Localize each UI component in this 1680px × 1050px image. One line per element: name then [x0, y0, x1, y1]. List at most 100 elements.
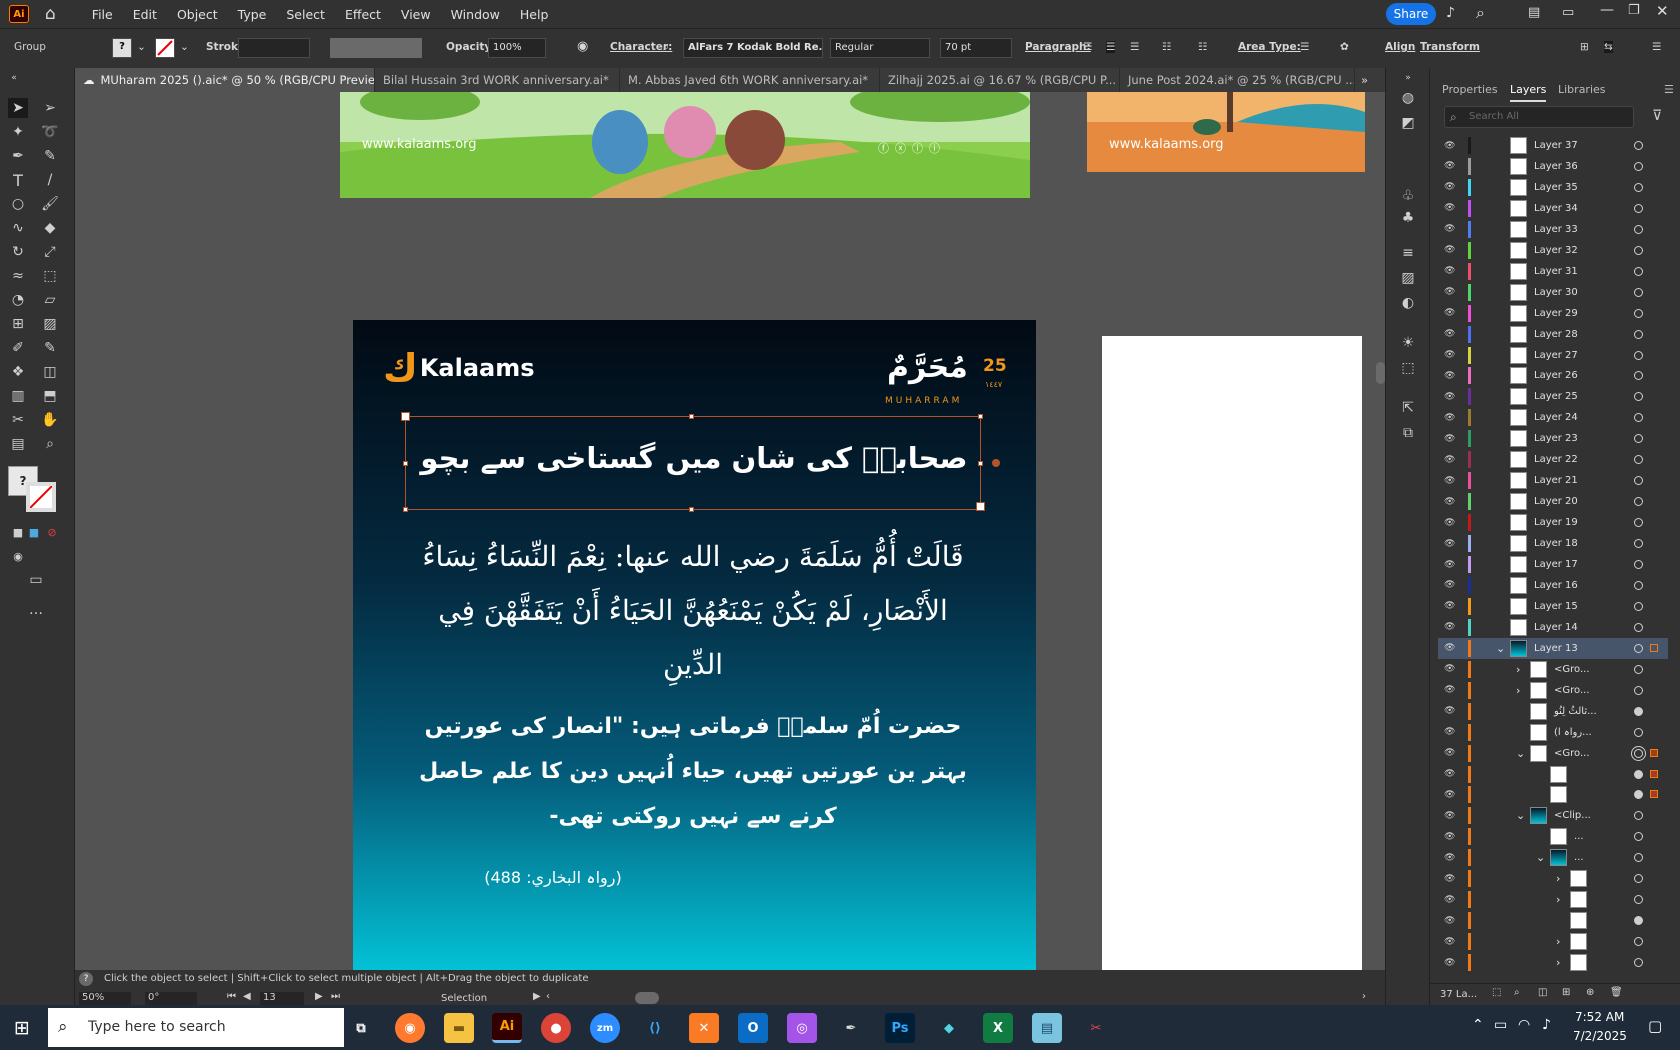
- rotate-tool-icon[interactable]: ↻: [8, 242, 28, 262]
- ellipse-tool-icon[interactable]: ○: [8, 194, 28, 214]
- layer-name[interactable]: Layer 13: [1534, 643, 1578, 654]
- shaper-tool-icon[interactable]: ∿: [8, 218, 28, 238]
- target-icon[interactable]: [1634, 539, 1643, 549]
- layer-name[interactable]: (رواہ ا...: [1554, 727, 1592, 738]
- measure-icon[interactable]: ✎: [40, 338, 60, 358]
- layer-name[interactable]: <Gro...: [1554, 685, 1590, 696]
- target-icon[interactable]: [1634, 161, 1643, 171]
- menu-view[interactable]: View: [401, 7, 431, 22]
- menu-edit[interactable]: Edit: [133, 7, 157, 22]
- sublayer-row[interactable]: 👁 (رواہ ا...: [1438, 722, 1668, 743]
- selection-handle[interactable]: [401, 412, 410, 421]
- sublayer-row[interactable]: 👁 ⌄ <Clip...: [1438, 805, 1668, 826]
- chevron-down-icon[interactable]: ⌄: [1516, 747, 1525, 760]
- chevron-right-icon[interactable]: ›: [1556, 935, 1560, 948]
- prev-artboard-icon[interactable]: ◀: [243, 991, 251, 1002]
- visibility-eye-icon[interactable]: 👁: [1444, 161, 1458, 171]
- sublayer-row[interactable]: 👁 › <Gro...: [1438, 680, 1668, 701]
- target-icon[interactable]: [1634, 685, 1643, 695]
- opacity-input[interactable]: 100%: [488, 38, 546, 58]
- align-right-icon[interactable]: ☰: [1130, 41, 1139, 53]
- layers-search[interactable]: ⌕ Search All: [1444, 106, 1634, 128]
- chevron-right-icon[interactable]: ›: [1556, 872, 1560, 885]
- layer-row[interactable]: 👁 Layer 36: [1438, 156, 1668, 177]
- fill-swatch[interactable]: ?: [112, 38, 132, 58]
- file-explorer-icon[interactable]: ▬: [444, 1013, 474, 1043]
- locate-object-icon[interactable]: ⌕: [1514, 987, 1520, 998]
- visibility-eye-icon[interactable]: 👁: [1444, 539, 1458, 549]
- menu-file[interactable]: File: [92, 7, 113, 22]
- visibility-eye-icon[interactable]: 👁: [1444, 245, 1458, 255]
- selection-handle[interactable]: [689, 507, 694, 512]
- chevron-down-icon[interactable]: ⌄: [1536, 851, 1545, 864]
- transparency-icon[interactable]: ◐: [1398, 293, 1418, 313]
- sublayer-row[interactable]: 👁: [1438, 784, 1668, 805]
- target-icon[interactable]: [1634, 371, 1643, 381]
- sublayer-row[interactable]: 👁 ›: [1438, 868, 1668, 889]
- tab-libraries[interactable]: Libraries: [1558, 83, 1606, 96]
- layer-row[interactable]: 👁 Layer 15: [1438, 596, 1668, 617]
- target-icon[interactable]: [1634, 413, 1643, 423]
- target-icon[interactable]: [1634, 350, 1643, 360]
- artboard-top-right[interactable]: www.kalaams.org: [1087, 92, 1365, 172]
- sublayer-row[interactable]: 👁 ›: [1438, 952, 1668, 973]
- layer-name[interactable]: Layer 28: [1534, 329, 1578, 340]
- layer-row[interactable]: 👁 Layer 17: [1438, 554, 1668, 575]
- selection-indicator[interactable]: [1650, 769, 1658, 778]
- wifi-icon[interactable]: ◠: [1518, 1017, 1530, 1033]
- fill-stroke-swatch[interactable]: ?: [8, 466, 62, 516]
- make-clipping-mask-icon[interactable]: ◫: [1538, 987, 1547, 998]
- menu-window[interactable]: Window: [451, 7, 500, 22]
- layer-row[interactable]: 👁 Layer 24: [1438, 407, 1668, 428]
- visibility-eye-icon[interactable]: 👁: [1444, 224, 1458, 234]
- menu-type[interactable]: Type: [238, 7, 267, 22]
- zoom-tool-icon[interactable]: ⌕: [40, 434, 60, 454]
- snipping-tool-icon[interactable]: ✂: [1081, 1013, 1111, 1043]
- target-icon[interactable]: [1634, 643, 1643, 653]
- eraser-icon[interactable]: ◆: [40, 218, 60, 238]
- hand-tool-icon[interactable]: ✋: [40, 410, 60, 430]
- close-icon[interactable]: ✕: [1656, 2, 1669, 20]
- color-panel-icon[interactable]: ◍: [1398, 88, 1418, 108]
- vertical-scrollbar[interactable]: [1376, 362, 1385, 384]
- visibility-eye-icon[interactable]: 👁: [1444, 706, 1458, 716]
- sublayer-row[interactable]: 👁 ›: [1438, 889, 1668, 910]
- visibility-eye-icon[interactable]: 👁: [1444, 937, 1458, 947]
- panel-menu-icon[interactable]: ☰: [1652, 41, 1661, 53]
- selection-handle[interactable]: [976, 502, 985, 511]
- target-icon[interactable]: [1634, 706, 1643, 716]
- visibility-eye-icon[interactable]: 👁: [1444, 832, 1458, 842]
- bullets-icon[interactable]: ☷: [1162, 41, 1171, 53]
- sublayer-row[interactable]: 👁 ⌄ <Gro...: [1438, 743, 1668, 764]
- minimize-icon[interactable]: —: [1600, 2, 1614, 18]
- excel-icon[interactable]: X: [983, 1013, 1013, 1043]
- gradient-mode-icon[interactable]: ■: [24, 522, 44, 542]
- chevron-right-icon[interactable]: ›: [1516, 684, 1520, 697]
- vscode-icon[interactable]: ⟨⟩: [640, 1013, 670, 1043]
- layer-name[interactable]: <Clip...: [1554, 810, 1591, 821]
- selection-handle[interactable]: [403, 461, 408, 466]
- mesh-tool-icon[interactable]: ⊞: [8, 314, 28, 334]
- target-icon[interactable]: [1634, 769, 1643, 779]
- task-view-icon[interactable]: ⧉: [346, 1013, 376, 1043]
- chevron-right-icon[interactable]: ›: [1556, 893, 1560, 906]
- shape-builder-icon[interactable]: ◔: [8, 290, 28, 310]
- layer-name[interactable]: Layer 17: [1534, 559, 1578, 570]
- visibility-eye-icon[interactable]: 👁: [1444, 874, 1458, 884]
- selection-indicator[interactable]: [1650, 748, 1658, 757]
- heading-text-frame[interactable]: صحابہؓ کی شان میں گستاخی سے بچو: [401, 412, 1000, 512]
- selection-indicator[interactable]: [1650, 790, 1658, 799]
- menu-select[interactable]: Select: [286, 7, 325, 22]
- layer-row[interactable]: 👁 Layer 19: [1438, 512, 1668, 533]
- zoom-app-icon[interactable]: zm: [590, 1013, 620, 1043]
- scale-tool-icon[interactable]: ⤢: [40, 242, 60, 262]
- target-icon[interactable]: [1634, 287, 1643, 297]
- firefox-icon[interactable]: ◉: [395, 1013, 425, 1043]
- layer-row[interactable]: 👁 Layer 20: [1438, 491, 1668, 512]
- menu-object[interactable]: Object: [177, 7, 218, 22]
- paragraph-label[interactable]: Paragraph:: [1025, 41, 1091, 53]
- layer-name[interactable]: Layer 36: [1534, 161, 1578, 172]
- font-search-icon[interactable]: ⌕: [663, 41, 669, 54]
- tab-layers[interactable]: Layers: [1510, 83, 1547, 102]
- target-icon[interactable]: [1634, 455, 1643, 465]
